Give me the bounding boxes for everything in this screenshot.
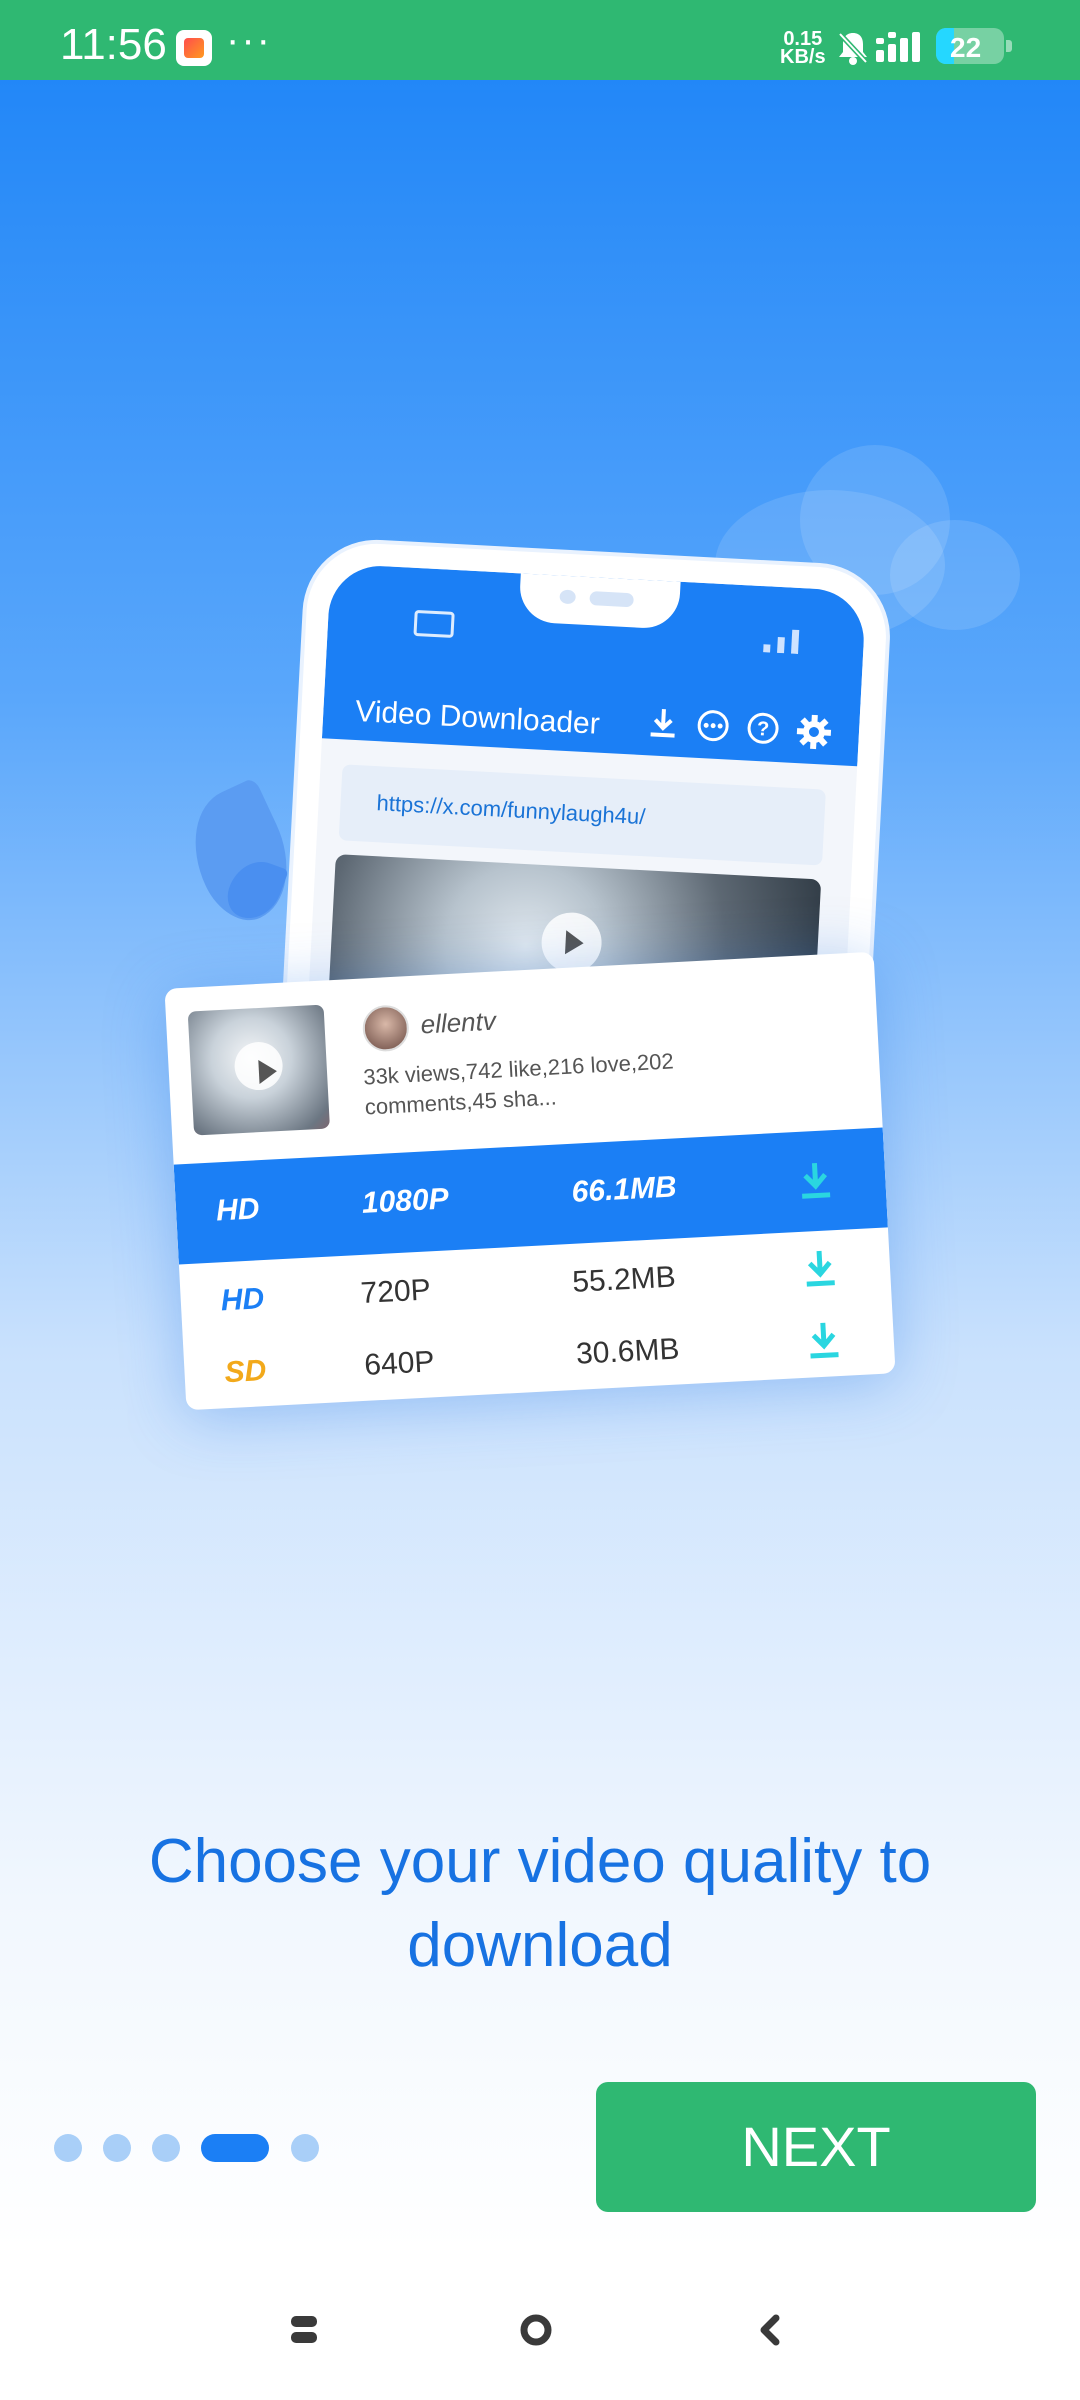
network-speed: 0.15 KB/s [780,29,826,68]
page-dot-active[interactable] [201,2134,269,2162]
quality-card: ellentv 33k views,742 like,216 love,202 … [164,951,896,1411]
app-toolbar: ? [644,704,834,752]
quality-size: 55.2MB [571,1260,677,1299]
username: ellentv [419,1005,497,1040]
url-input: https://x.com/funnylaugh4u/ [338,764,826,866]
quality-resolution: 1080P [361,1182,450,1220]
app-header: Video Downloader ? [321,563,867,767]
help-icon: ? [747,712,779,744]
download-icon [650,708,675,738]
nav-home-icon[interactable] [520,2314,552,2346]
avatar [361,1004,410,1053]
page-dot[interactable] [103,2134,131,2162]
download-icon [802,1162,831,1199]
phone-battery-icon [413,609,455,638]
page-dot[interactable] [291,2134,319,2162]
quality-tag: HD [215,1192,261,1228]
speed-unit: KB/s [780,46,826,68]
play-icon [233,1040,284,1092]
quality-resolution: 640P [363,1345,436,1382]
quality-size: 30.6MB [575,1332,681,1371]
svg-text:?: ? [756,718,769,741]
quality-resolution: 720P [359,1273,432,1310]
battery-level: 22 [950,32,982,63]
app-notification-icon [176,30,212,66]
quality-size: 66.1MB [570,1170,678,1209]
status-bar: 11:56 ··· 0.15 KB/s 22 [0,0,1080,80]
status-time: 11:56 [60,20,167,69]
signal-icon [876,32,920,62]
video-stats: 33k views,742 like,216 love,202 comments… [362,1048,675,1120]
app-title: Video Downloader [354,694,601,741]
video-thumbnail [187,1004,330,1136]
phone-notch [518,573,681,630]
more-notifications-icon: ··· [226,18,272,62]
bell-muted-icon [838,32,868,65]
page-dot[interactable] [152,2134,180,2162]
nav-recents-icon[interactable] [290,2314,318,2346]
phone-signal-icon [763,629,800,655]
download-icon [810,1322,839,1359]
quality-tag: HD [219,1282,265,1318]
next-button[interactable]: NEXT [596,2082,1036,2212]
play-icon [540,911,604,975]
battery-icon: 22 [936,28,1012,64]
quality-tag: SD [223,1354,268,1390]
onboarding-caption: Choose your video quality to download [148,1827,932,1980]
download-icon [806,1250,835,1287]
page-dot[interactable] [54,2134,82,2162]
settings-icon [796,714,832,750]
cloud-decoration [890,520,1020,630]
url-text: https://x.com/funnylaugh4u/ [375,790,646,830]
nav-back-icon[interactable] [758,2314,782,2346]
chat-icon [697,710,729,742]
